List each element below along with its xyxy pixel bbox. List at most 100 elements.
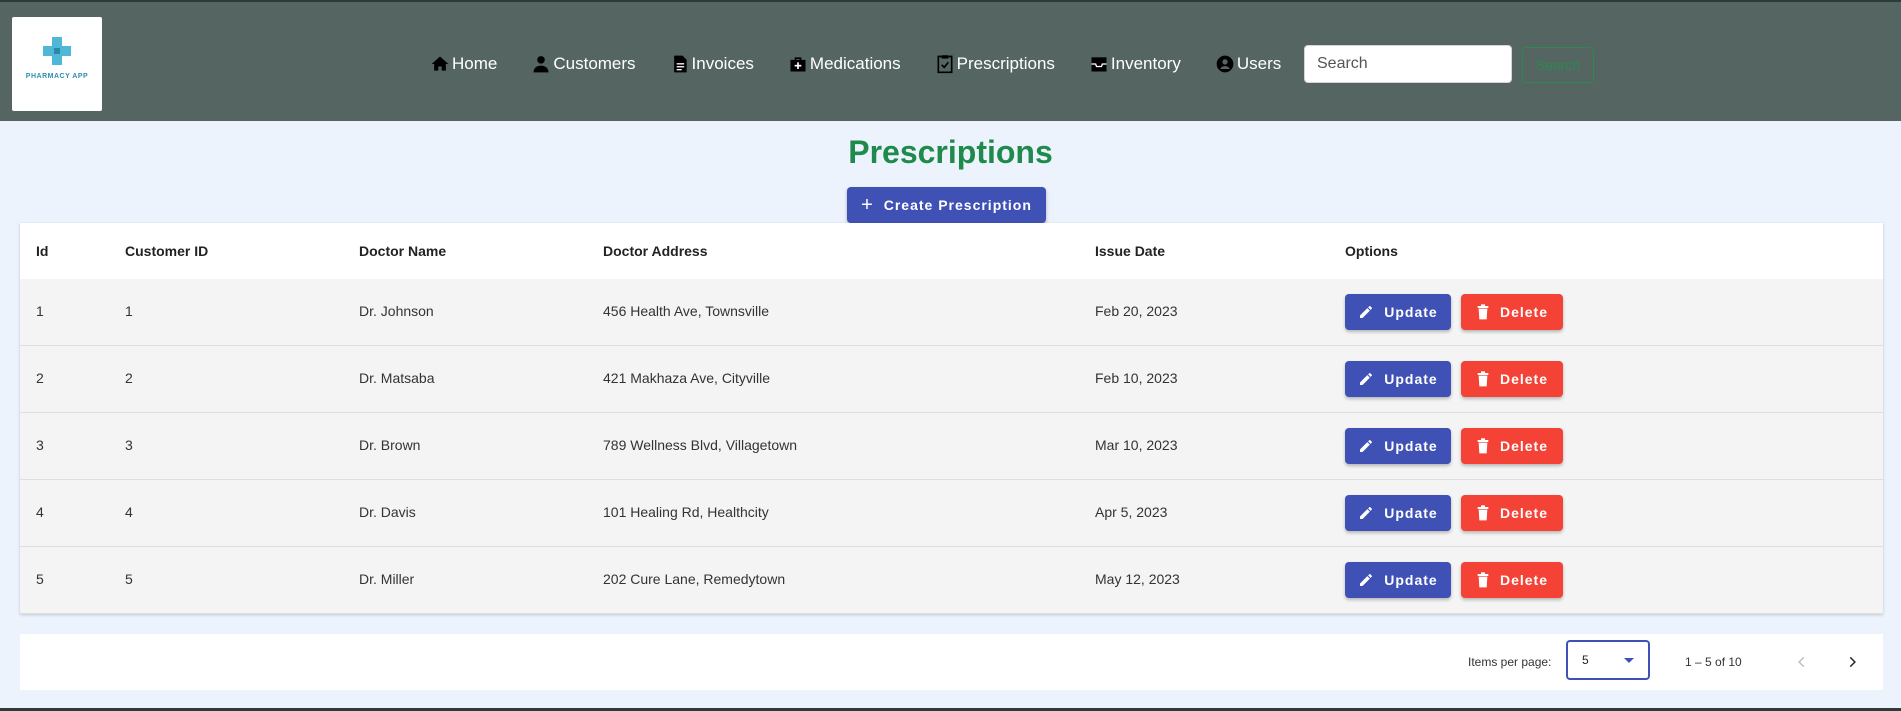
create-button-label: Create Prescription: [883, 197, 1032, 213]
search-input[interactable]: [1304, 45, 1512, 83]
home-icon: [431, 56, 449, 71]
previous-page-button[interactable]: [1788, 648, 1816, 676]
items-per-page-value: 5: [1582, 653, 1589, 667]
pencil-icon: [1360, 574, 1373, 586]
nav-label: Invoices: [691, 54, 754, 73]
nav-item-customers[interactable]: Customers: [531, 54, 636, 74]
cell-doctor-address: 456 Health Ave, Townsville: [603, 303, 770, 319]
range-label: 1 – 5 of 10: [1685, 655, 1742, 669]
table-row: 4 4 Dr. Davis 101 Healing Rd, Healthcity…: [20, 480, 1883, 547]
trash-icon: [1477, 304, 1489, 320]
update-label: Update: [1384, 371, 1438, 387]
table-row: 5 5 Dr. Miller 202 Cure Lane, Remedytown…: [20, 547, 1883, 614]
header-doctor-name: Doctor Name: [359, 243, 447, 259]
cell-customer-id: 3: [125, 437, 133, 453]
cell-doctor-address: 789 Wellness Blvd, Villagetown: [603, 437, 798, 453]
cross-logo-icon: [43, 37, 71, 65]
nav-item-inventory[interactable]: Inventory: [1089, 54, 1181, 74]
delete-button[interactable]: Delete: [1461, 562, 1563, 598]
cell-issue-date: May 12, 2023: [1095, 571, 1180, 587]
top-navbar: PHARMACY APP Home Customers Invoices Med…: [0, 0, 1901, 121]
cell-doctor-name: Dr. Matsaba: [359, 370, 435, 386]
nav-item-invoices[interactable]: Invoices: [670, 54, 754, 74]
prescriptions-table: Id Customer ID Doctor Name Doctor Addres…: [20, 223, 1883, 614]
account-circle-icon: [1216, 55, 1234, 73]
create-prescription-button[interactable]: + Create Prescription: [847, 187, 1046, 223]
header-customer-id: Customer ID: [125, 243, 209, 259]
cell-doctor-address: 421 Makhaza Ave, Cityville: [603, 370, 771, 386]
cell-doctor-address: 101 Healing Rd, Healthcity: [603, 504, 769, 520]
cell-customer-id: 1: [125, 303, 133, 319]
pencil-icon: [1360, 373, 1373, 385]
table-row: 2 2 Dr. Matsaba 421 Makhaza Ave, Cityvil…: [20, 346, 1883, 413]
pencil-icon: [1360, 306, 1373, 318]
page-title: Prescriptions: [848, 134, 1053, 170]
update-label: Update: [1384, 572, 1438, 588]
nav-label: Prescriptions: [956, 54, 1055, 73]
cell-customer-id: 2: [125, 370, 133, 386]
trash-icon: [1477, 438, 1489, 454]
delete-label: Delete: [1499, 304, 1549, 320]
nav-label: Users: [1236, 54, 1282, 73]
search-button[interactable]: Search: [1522, 47, 1594, 83]
update-button[interactable]: Update: [1345, 495, 1451, 531]
medkit-icon: [790, 57, 806, 72]
next-page-button[interactable]: [1838, 648, 1866, 676]
header-issue-date: Issue Date: [1095, 243, 1166, 259]
document-icon: [673, 55, 687, 73]
nav-item-users[interactable]: Users: [1215, 54, 1281, 74]
cell-id: 1: [36, 303, 44, 319]
cell-id: 5: [36, 571, 44, 587]
delete-label: Delete: [1499, 572, 1549, 588]
update-label: Update: [1384, 438, 1438, 454]
dropdown-arrow-icon: [1624, 658, 1634, 663]
header-options: Options: [1345, 243, 1398, 259]
items-per-page-select[interactable]: 5: [1566, 640, 1650, 680]
update-button[interactable]: Update: [1345, 361, 1451, 397]
cell-doctor-name: Dr. Davis: [359, 504, 416, 520]
nav-label: Home: [452, 54, 498, 73]
main-nav: Home Customers Invoices Medications Pres…: [430, 50, 1315, 78]
nav-item-medications[interactable]: Medications: [788, 54, 901, 74]
cell-id: 4: [36, 504, 44, 520]
delete-button[interactable]: Delete: [1461, 495, 1563, 531]
nav-label: Medications: [809, 54, 901, 73]
logo-text: PHARMACY APP: [25, 73, 89, 80]
trash-icon: [1477, 505, 1489, 521]
pencil-icon: [1360, 507, 1373, 519]
cell-id: 3: [36, 437, 44, 453]
trash-icon: [1477, 371, 1489, 387]
delete-label: Delete: [1499, 371, 1549, 387]
update-label: Update: [1384, 505, 1438, 521]
delete-button[interactable]: Delete: [1461, 294, 1563, 330]
cell-issue-date: Feb 10, 2023: [1095, 370, 1178, 386]
cell-doctor-address: 202 Cure Lane, Remedytown: [603, 571, 786, 587]
update-button[interactable]: Update: [1345, 294, 1451, 330]
update-button[interactable]: Update: [1345, 428, 1451, 464]
cell-doctor-name: Dr. Johnson: [359, 303, 434, 319]
delete-button[interactable]: Delete: [1461, 361, 1563, 397]
table-header: Id Customer ID Doctor Name Doctor Addres…: [20, 223, 1883, 280]
clipboard-check-icon: [937, 55, 953, 74]
app-logo[interactable]: PHARMACY APP: [12, 17, 102, 111]
cell-doctor-name: Dr. Miller: [359, 571, 415, 587]
update-button[interactable]: Update: [1345, 562, 1451, 598]
cell-doctor-name: Dr. Brown: [359, 437, 421, 453]
delete-button[interactable]: Delete: [1461, 428, 1563, 464]
cell-issue-date: Apr 5, 2023: [1095, 504, 1168, 520]
header-id: Id: [36, 243, 49, 259]
pencil-icon: [1360, 440, 1373, 452]
cell-issue-date: Mar 10, 2023: [1095, 437, 1178, 453]
table-row: 3 3 Dr. Brown 789 Wellness Blvd, Village…: [20, 413, 1883, 480]
nav-label: Customers: [553, 54, 636, 73]
delete-label: Delete: [1499, 438, 1549, 454]
chevron-right-icon: [1849, 656, 1856, 668]
chevron-left-icon: [1798, 656, 1805, 668]
nav-item-home[interactable]: Home: [430, 54, 497, 74]
table-row: 1 1 Dr. Johnson 456 Health Ave, Townsvil…: [20, 279, 1883, 346]
cell-customer-id: 5: [125, 571, 133, 587]
nav-item-prescriptions[interactable]: Prescriptions: [935, 54, 1055, 74]
paginator: Items per page: 5 1 – 5 of 10: [20, 634, 1883, 690]
header-doctor-address: Doctor Address: [603, 243, 708, 259]
person-icon: [533, 56, 549, 73]
